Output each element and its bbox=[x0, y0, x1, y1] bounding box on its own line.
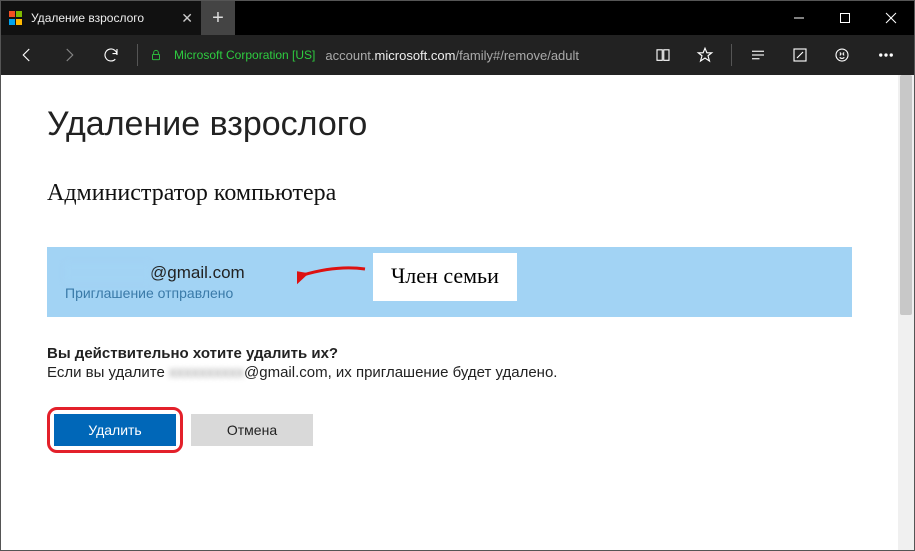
confirm-text: Если вы удалите xxxxxxxxxx@gmail.com, их… bbox=[47, 364, 852, 381]
confirm-suffix: @gmail.com, их приглашение будет удалено… bbox=[244, 364, 557, 381]
refresh-button[interactable] bbox=[91, 35, 131, 75]
close-window-button[interactable] bbox=[868, 1, 914, 35]
tab-title: Удаление взрослого bbox=[31, 11, 173, 25]
browser-tab[interactable]: Удаление взрослого ✕ bbox=[1, 1, 201, 35]
admin-annotation: Администратор компьютера bbox=[47, 180, 852, 207]
back-button[interactable] bbox=[7, 35, 47, 75]
url-display[interactable]: account.microsoft.com/family#/remove/adu… bbox=[325, 48, 641, 63]
arrow-annotation-icon bbox=[297, 263, 367, 290]
remove-button[interactable]: Удалить bbox=[54, 414, 176, 446]
separator bbox=[731, 44, 732, 66]
web-note-icon[interactable] bbox=[780, 35, 820, 75]
page-title: Удаление взрослого bbox=[47, 105, 852, 144]
scroll-thumb[interactable] bbox=[900, 75, 912, 315]
highlight-ring: Удалить bbox=[47, 407, 183, 453]
hub-icon[interactable] bbox=[738, 35, 778, 75]
tab-strip: Удаление взрослого ✕ + bbox=[1, 1, 914, 35]
security-org[interactable]: Microsoft Corporation [US] bbox=[174, 48, 315, 62]
lock-icon[interactable] bbox=[144, 35, 168, 75]
confirm-hidden: xxxxxxxxxx bbox=[169, 364, 244, 381]
button-row: Удалить Отмена bbox=[47, 407, 852, 453]
address-bar: Microsoft Corporation [US] account.micro… bbox=[1, 35, 914, 75]
forward-button[interactable] bbox=[49, 35, 89, 75]
confirm-question: Вы действительно хотите удалить их? bbox=[47, 345, 852, 362]
vertical-scrollbar[interactable] bbox=[898, 75, 914, 550]
member-email-domain: @gmail.com bbox=[150, 263, 245, 282]
new-tab-button[interactable]: + bbox=[201, 1, 235, 35]
url-subdomain: account. bbox=[325, 48, 374, 63]
url-host: microsoft.com bbox=[375, 48, 456, 63]
separator bbox=[137, 44, 138, 66]
tab-strip-spacer bbox=[235, 1, 776, 35]
maximize-button[interactable] bbox=[822, 1, 868, 35]
share-icon[interactable] bbox=[822, 35, 862, 75]
favorite-star-icon[interactable] bbox=[685, 35, 725, 75]
more-icon[interactable] bbox=[864, 35, 908, 75]
family-member-label: Член семьи bbox=[373, 253, 517, 301]
minimize-button[interactable] bbox=[776, 1, 822, 35]
reading-view-icon[interactable] bbox=[643, 35, 683, 75]
close-tab-icon[interactable]: ✕ bbox=[181, 10, 193, 27]
family-member-card[interactable]: xxxxxxxxxx@gmail.com Приглашение отправл… bbox=[47, 247, 852, 317]
window-controls bbox=[776, 1, 914, 35]
member-email-hidden: xxxxxxxxxx bbox=[65, 263, 150, 282]
cancel-button[interactable]: Отмена bbox=[191, 414, 313, 446]
url-path: /family#/remove/adult bbox=[455, 48, 579, 63]
confirm-prefix: Если вы удалите bbox=[47, 364, 169, 381]
microsoft-favicon bbox=[9, 11, 23, 25]
page-viewport: Удаление взрослого Администратор компьют… bbox=[1, 75, 898, 550]
